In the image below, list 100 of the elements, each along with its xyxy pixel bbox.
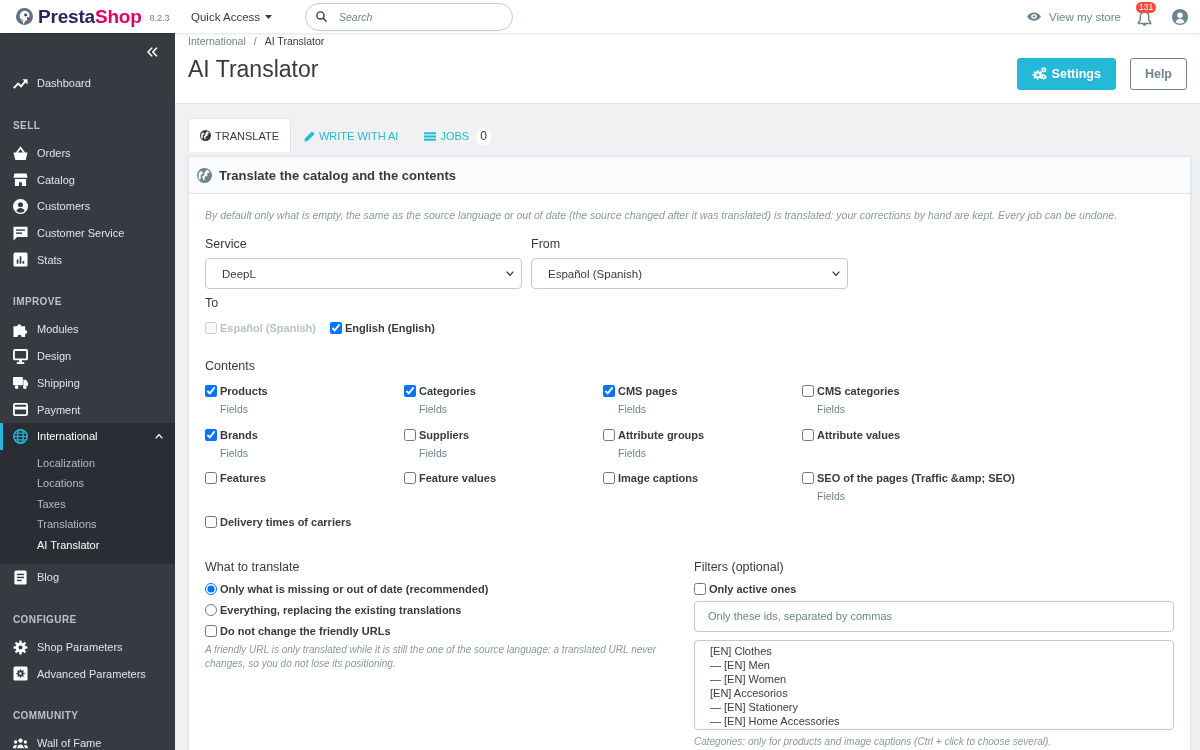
bell-icon[interactable] [1137,10,1152,26]
fields-link[interactable]: Fields [419,402,447,416]
submenu-item[interactable]: Localization [37,452,96,474]
language-select[interactable]: Español (Spanish) [531,258,848,289]
breadcrumb-link[interactable]: International [188,34,246,48]
sidebar-item[interactable]: Modules [0,316,175,343]
section-heading: CONFIGURE [12,612,78,627]
checkbox[interactable] [205,624,217,637]
fields-link[interactable]: Fields [817,402,845,416]
submenu-item[interactable]: Taxes [37,493,66,515]
gears-icon [1031,67,1047,80]
notification-badge: 131 [1136,1,1157,13]
sidebar-item[interactable]: Shipping [0,369,175,397]
sidebar-item[interactable]: International [0,422,175,450]
checkbox[interactable] [694,582,706,595]
checkbox[interactable] [603,385,615,397]
logo-icon[interactable] [16,8,33,25]
monitor-icon [13,348,28,364]
list-option[interactable]: — [EN] Men [710,657,770,672]
view-store-link[interactable]: View my store [1027,10,1121,23]
checkbox[interactable] [404,428,416,441]
checkbox[interactable] [603,472,615,485]
checkbox[interactable] [802,428,814,441]
radio-button[interactable] [205,582,217,595]
sidebar-item[interactable]: Shop Parameters [0,633,175,661]
fields-link[interactable]: Fields [419,445,447,460]
sidebar-item[interactable]: Wall of Fame [0,730,175,750]
submenu-item[interactable]: Translations [37,514,97,535]
page-title: AI Translator [188,55,319,84]
submenu-item[interactable]: Locations [37,473,85,494]
info-note: A friendly URL is only translated while it is still the one of the source language: a translated URL never changes, so you do not lose its positioning. [205,642,658,671]
storefront-icon [13,172,28,188]
fields-link[interactable]: Fields [220,445,248,460]
checkbox[interactable] [205,472,217,485]
section-heading: SELL [12,118,42,133]
checkbox-label: Features [220,471,266,487]
sidebar-item[interactable]: Customer Service [0,219,175,247]
radio-button[interactable] [205,603,217,616]
checkbox[interactable] [205,385,217,397]
list-option[interactable]: — [EN] Stationery [710,699,799,714]
checkbox-label: Categories [419,384,476,399]
pencil-icon [304,130,315,142]
checkbox-label: Attribute groups [618,427,705,443]
sidebar-item[interactable]: Catalog [0,166,175,194]
sidebar-item[interactable]: Orders [0,139,175,167]
caret-icon [265,14,273,19]
checkbox-label: Image captions [618,471,699,487]
fields-link[interactable]: Fields [618,445,646,460]
list-icon [424,131,437,141]
checkbox[interactable] [404,472,416,485]
fields-link[interactable]: Fields [618,402,646,416]
ids-input-field[interactable]: Only these ids, separated by commas [694,600,1174,632]
checkbox-label: CMS categories [817,384,900,399]
sidebar-item[interactable]: Stats [0,246,175,274]
category-list-field[interactable]: [EN] Clothes — [EN] Men — [EN] Women [EN] Accesorios — [EN] Stationery — [EN] Home Accessories [694,639,1174,730]
sidebar-item[interactable]: Blog [0,564,175,591]
checkbox-label: English (English) [344,321,435,336]
checkbox-label: Suppliers [419,427,470,443]
list-option[interactable]: [EN] Accesorios [710,685,788,700]
checkbox[interactable] [404,385,416,397]
puzzle-icon [13,321,28,337]
fields-link[interactable]: Fields [817,489,845,504]
checkbox-label: Only active ones [709,581,797,597]
checkbox-label: Do not change the friendly URLs [220,623,391,639]
sidebar-item[interactable]: Customers [0,193,175,220]
breadcrumb-separator: / [253,34,257,48]
checkbox[interactable] [205,428,217,441]
checkbox[interactable] [205,516,217,529]
list-option[interactable]: — [EN] Home Accessories [710,713,840,728]
list-option[interactable]: [EN] Clothes [710,643,772,658]
service-select[interactable]: DeepL [205,258,522,289]
quick-access-button[interactable]: Quick Access [191,10,273,23]
search-icon [316,10,328,22]
sidebar-item[interactable]: Payment [0,396,175,423]
checkbox-label: Brands [220,427,258,443]
field-label: What to translate [205,558,301,576]
search-field[interactable]: Search [305,2,514,31]
tab[interactable]: JOBS 0 [411,120,504,152]
checkbox[interactable] [802,472,814,485]
double-chevron-icon[interactable] [147,46,158,57]
checkbox[interactable] [329,322,342,334]
fields-link[interactable]: Fields [220,402,248,416]
user-icon[interactable] [1172,8,1188,25]
checkbox[interactable] [603,428,615,441]
help-button[interactable]: Help [1129,57,1187,90]
checkbox-label: Español (Spanish) [220,321,316,336]
sidebar-item[interactable]: Design [0,342,175,370]
tab[interactable]: TRANSLATE [188,118,291,152]
sidebar-item[interactable]: Advanced Parameters [0,660,175,688]
logo-text[interactable]: PrestaShop [38,5,142,28]
checkbox-label: Attribute values [817,427,901,443]
list-option[interactable]: — [EN] Women [710,671,787,686]
bar-chart-icon [13,252,28,268]
checkbox[interactable] [802,385,814,397]
section-heading: COMMUNITY [12,709,80,724]
checkbox-label: Delivery times of carriers [220,515,352,531]
sidebar-item[interactable]: Dashboard [0,70,175,97]
count-badge: 0 [476,127,491,145]
info-note: Categories: only for products and image captions (Ctrl + click to choose several). [694,734,1053,749]
submenu-item[interactable]: AI Translator [37,534,100,556]
